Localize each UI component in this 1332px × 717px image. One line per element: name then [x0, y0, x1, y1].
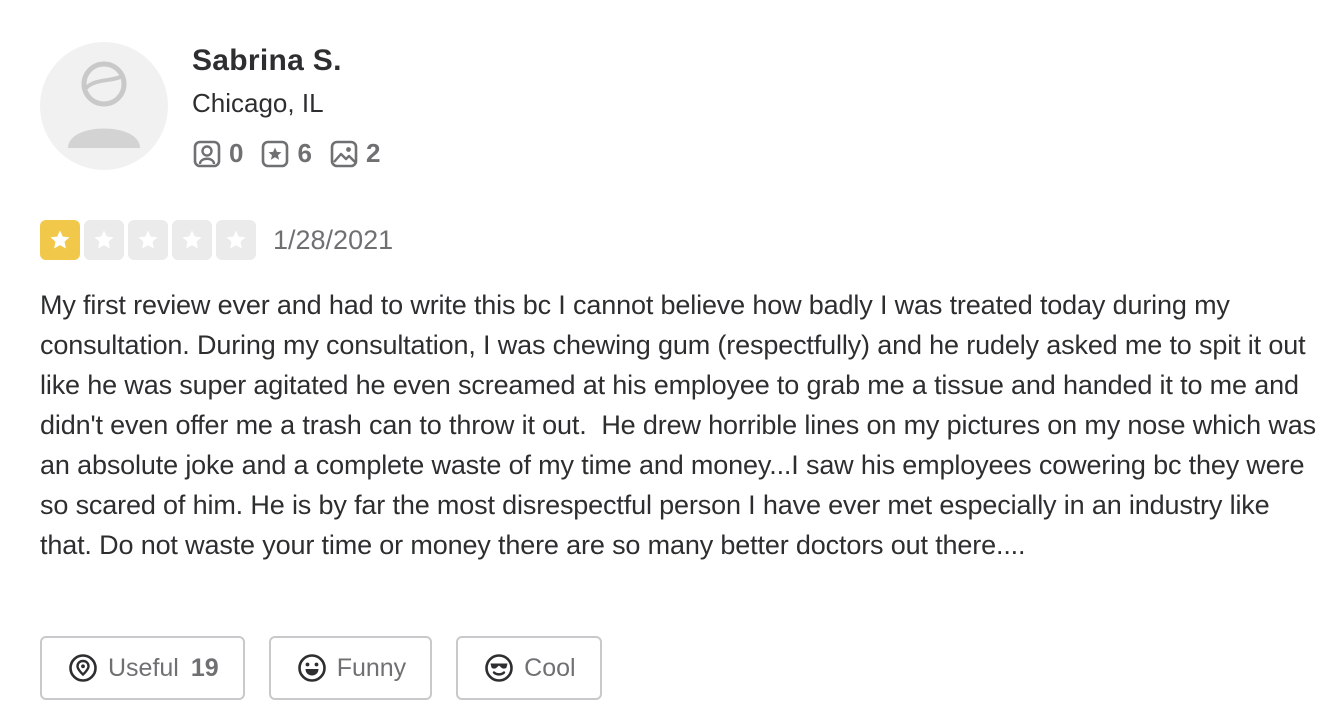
- star-empty: [128, 220, 168, 260]
- star-icon: [50, 230, 70, 249]
- useful-button[interactable]: Useful 19: [40, 636, 245, 700]
- user-location: Chicago, IL: [192, 88, 324, 118]
- funny-icon: [297, 654, 326, 682]
- friends-stat: 0: [193, 138, 243, 169]
- useful-label: Useful: [108, 653, 179, 682]
- cool-label: Cool: [524, 653, 576, 682]
- rating-row: 1/28/2021: [40, 220, 393, 260]
- star-filled: [40, 220, 80, 260]
- reaction-buttons: Useful 19 Funny Cool: [40, 636, 602, 700]
- star-icon: [182, 230, 202, 249]
- star-icon: [226, 230, 246, 249]
- star-icon: [138, 230, 158, 249]
- star-empty: [172, 220, 212, 260]
- star-rating: [40, 220, 256, 260]
- funny-label: Funny: [336, 653, 407, 682]
- friends-count: 0: [229, 138, 244, 168]
- review-text: My first review ever and had to write th…: [40, 290, 1324, 560]
- cool-icon: [485, 654, 513, 682]
- reviews-count: 6: [297, 138, 312, 168]
- photos-count: 2: [365, 138, 381, 168]
- review-date: 1/28/2021: [273, 224, 394, 255]
- reviews-icon: [262, 140, 289, 167]
- useful-count: 19: [190, 653, 219, 682]
- avatar[interactable]: [40, 42, 168, 170]
- default-avatar-icon: [68, 61, 140, 148]
- photos-stat: 2: [330, 138, 380, 169]
- useful-icon: [69, 654, 97, 682]
- user-name[interactable]: Sabrina S.: [192, 44, 342, 78]
- star-empty: [84, 220, 124, 260]
- star-icon: [94, 230, 114, 249]
- reviews-stat: 6: [261, 138, 312, 169]
- funny-button[interactable]: Funny: [268, 636, 433, 700]
- friends-icon: [193, 140, 221, 167]
- cool-button[interactable]: Cool: [456, 636, 602, 700]
- user-stats: 0 6 2: [193, 138, 380, 169]
- star-empty: [216, 220, 256, 260]
- photos-icon: [330, 140, 358, 167]
